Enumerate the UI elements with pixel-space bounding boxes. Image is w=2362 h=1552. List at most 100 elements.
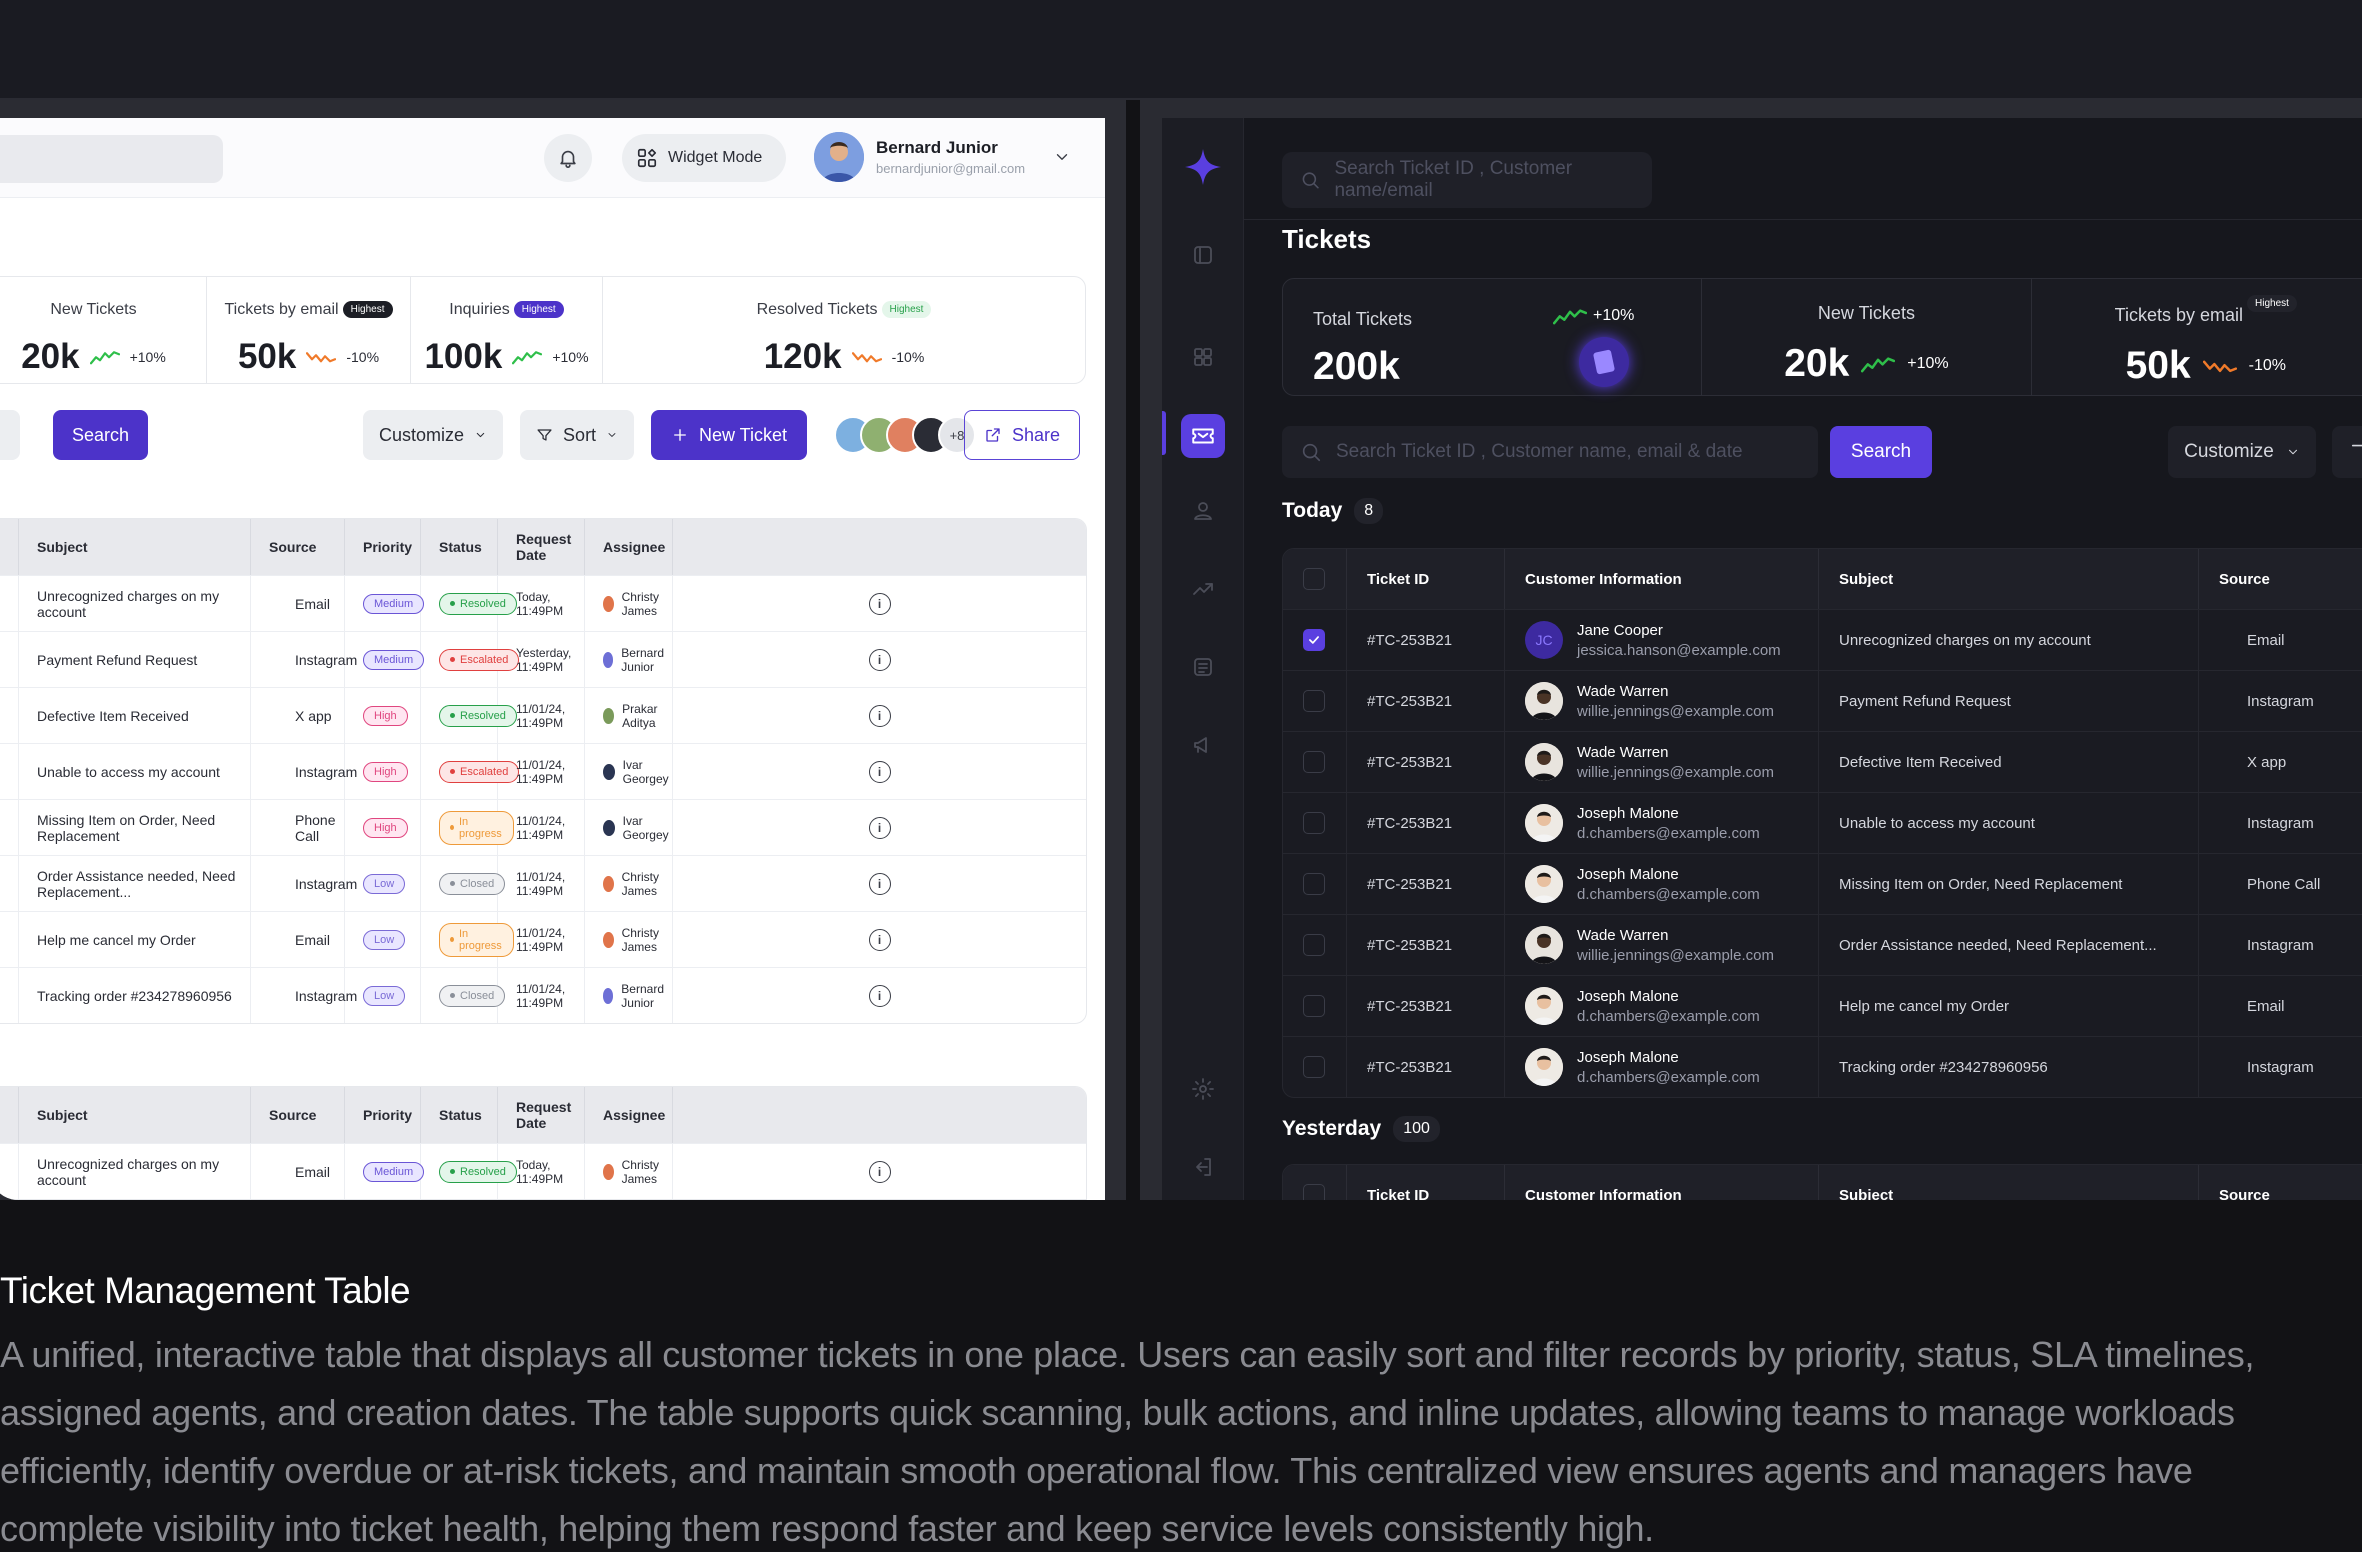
notification-bell-button[interactable] (544, 134, 592, 182)
sidebar-item-tickets[interactable] (1181, 414, 1225, 458)
table-row[interactable]: Unable to access my account Instagram High… (0, 743, 1086, 799)
sidebar-item-settings[interactable] (1184, 1070, 1222, 1108)
row-checkbox[interactable] (1303, 1056, 1325, 1078)
table-row[interactable]: #TC-253B21 Wade Warren willie.jennings@exa… (1283, 670, 2362, 731)
row-checkbox[interactable] (1303, 751, 1325, 773)
header-cell[interactable]: Status (421, 1087, 498, 1143)
sidebar-item-panel[interactable] (1184, 236, 1222, 274)
header-cell[interactable]: Subject (1819, 1165, 2199, 1200)
filter-button[interactable] (2332, 426, 2362, 478)
row-checkbox[interactable] (1303, 629, 1325, 651)
header-cell[interactable]: Subject (19, 1087, 251, 1143)
header-cell[interactable]: Status (421, 519, 498, 575)
info-icon[interactable]: i (868, 592, 891, 615)
stat-change: -10% (346, 349, 380, 365)
table-row[interactable]: #TC-253B21 Joseph Malone d.chambers@exampl… (1283, 1036, 2362, 1097)
customize-label: Customize (379, 424, 465, 445)
assignee: Christy James (603, 590, 672, 618)
sidebar-item-reports[interactable] (1184, 648, 1222, 686)
assignee-avatar (603, 651, 614, 668)
table-row[interactable]: #TC-253B21 Wade Warren willie.jennings@exa… (1283, 914, 2362, 975)
info-icon[interactable]: i (868, 704, 891, 727)
widget-mode-button[interactable]: Widget Mode (622, 134, 786, 182)
table-search-input[interactable]: Search Ticket ID , Customer name, email … (1282, 426, 1818, 478)
header-cell[interactable]: Priority (345, 1087, 421, 1143)
header-cell[interactable]: Customer Information (1505, 549, 1819, 609)
header-cell[interactable]: Source (251, 519, 345, 575)
select-all-checkbox[interactable] (1303, 568, 1325, 590)
sidebar-item-logout[interactable] (1184, 1148, 1222, 1186)
info-icon[interactable]: i (868, 872, 891, 895)
header-cell[interactable]: Source (2199, 1165, 2362, 1201)
row-checkbox[interactable] (1303, 812, 1325, 834)
customize-dropdown[interactable]: Customize (2168, 426, 2316, 478)
row-checkbox[interactable] (1303, 934, 1325, 956)
row-checkbox[interactable] (1303, 873, 1325, 895)
ticket-id: #TC-253B21 (1367, 692, 1453, 710)
new-ticket-button[interactable]: New Ticket (651, 410, 807, 460)
header-cell[interactable]: Assignee (585, 519, 673, 575)
header-cell[interactable]: Customer Information (1505, 1165, 1819, 1200)
table-row[interactable]: om Unrecognized charges on my account Emai… (0, 575, 1086, 631)
header-search-input[interactable]: Search Ticket ID , Customer name/email (1282, 152, 1652, 208)
table-row[interactable]: #TC-253B21 Wade Warren willie.jennings@exa… (1283, 731, 2362, 792)
header-cell[interactable]: Ticket ID (1347, 549, 1505, 609)
share-button[interactable]: Share (964, 410, 1080, 460)
table-row[interactable]: Help me cancel my Order Email Low In progre… (0, 911, 1086, 967)
header-search-input[interactable] (0, 135, 223, 183)
table-row[interactable]: Missing Item on Order, Need Replacement P… (0, 799, 1086, 855)
trend-icon (1193, 583, 1213, 595)
table-row[interactable]: m Unrecognized charges on my account Email… (0, 1143, 1086, 1199)
dark-toolbar: Search Ticket ID , Customer name, email … (1282, 426, 2362, 480)
sort-icon (1782, 1186, 1800, 1200)
header-cell[interactable]: Source (2199, 549, 2362, 609)
header-cell[interactable]: Source (251, 1087, 345, 1143)
header-cell[interactable]: Assignee (585, 1087, 673, 1143)
sidebar-item-campaigns[interactable] (1184, 726, 1222, 764)
table-row[interactable]: #TC-253B21 Joseph Malone d.chambers@exampl… (1283, 975, 2362, 1036)
row-checkbox[interactable] (1303, 690, 1325, 712)
sort-dropdown[interactable]: Sort (520, 410, 634, 460)
user-name: Bernard Junior (876, 138, 998, 157)
info-icon[interactable]: i (868, 816, 891, 839)
info-icon[interactable]: i (868, 984, 891, 1007)
info-icon[interactable]: i (868, 1160, 891, 1183)
info-icon[interactable]: i (868, 928, 891, 951)
header-cell[interactable]: Request Date (498, 1087, 585, 1143)
logo-icon (1182, 146, 1224, 188)
table-row[interactable]: m Payment Refund Request Instagram MediumEs… (0, 631, 1086, 687)
table-search-input[interactable]: e (0, 410, 20, 460)
header-cell[interactable]: Subject (1819, 549, 2199, 609)
table-row[interactable]: #TC-253B21 Joseph Malone d.chambers@exampl… (1283, 853, 2362, 914)
sidebar-item-dashboard[interactable] (1184, 338, 1222, 376)
ticket-id: #TC-253B21 (1367, 1058, 1453, 1076)
team-avatars[interactable]: +8 (834, 416, 976, 454)
row-cell: Unable to access my account (1819, 793, 2199, 853)
search-button[interactable]: Search (53, 410, 148, 460)
user-menu[interactable]: Bernard Junior bernardjunior@gmail.com (814, 132, 1071, 182)
header-cell[interactable]: Subject (19, 519, 251, 575)
header-cell[interactable]: Ticket ID (1347, 1165, 1505, 1200)
table-row[interactable]: m Order Assistance needed, Need Replaceme… (0, 855, 1086, 911)
customer-text: Joseph Malone d.chambers@example.com (1577, 1049, 1760, 1086)
select-all-checkbox[interactable] (1303, 1184, 1325, 1200)
row-checkbox[interactable] (1303, 995, 1325, 1017)
table-row[interactable]: Tracking order #234278960956 Instagram Low… (0, 967, 1086, 1023)
table-row[interactable]: m Defective Item Received X app High Resolve… (0, 687, 1086, 743)
row-cell: Wade Warren willie.jennings@example.com (1505, 671, 1819, 731)
stat-change: -10% (891, 349, 925, 365)
priority-badge: Medium (363, 649, 425, 670)
table-row[interactable]: #TC-253B21 Joseph Malone d.chambers@exampl… (1283, 792, 2362, 853)
customer-avatar (1525, 682, 1563, 720)
table-row[interactable]: #TC-253B21 JC Jane Cooper jessica.hanson@ex… (1283, 609, 2362, 670)
sidebar-item-analytics[interactable] (1184, 570, 1222, 608)
row-cell: Joseph Malone d.chambers@example.com (1505, 793, 1819, 853)
customize-dropdown[interactable]: Customize (363, 410, 503, 460)
header-cell[interactable]: Request Date (498, 519, 585, 575)
info-icon[interactable]: i (868, 760, 891, 783)
search-button[interactable]: Search (1830, 426, 1932, 478)
header-cell[interactable]: Priority (345, 519, 421, 575)
customer-name: Joseph Malone (1577, 987, 1679, 1005)
info-icon[interactable]: i (868, 648, 891, 671)
sidebar-item-customers[interactable] (1184, 492, 1222, 530)
